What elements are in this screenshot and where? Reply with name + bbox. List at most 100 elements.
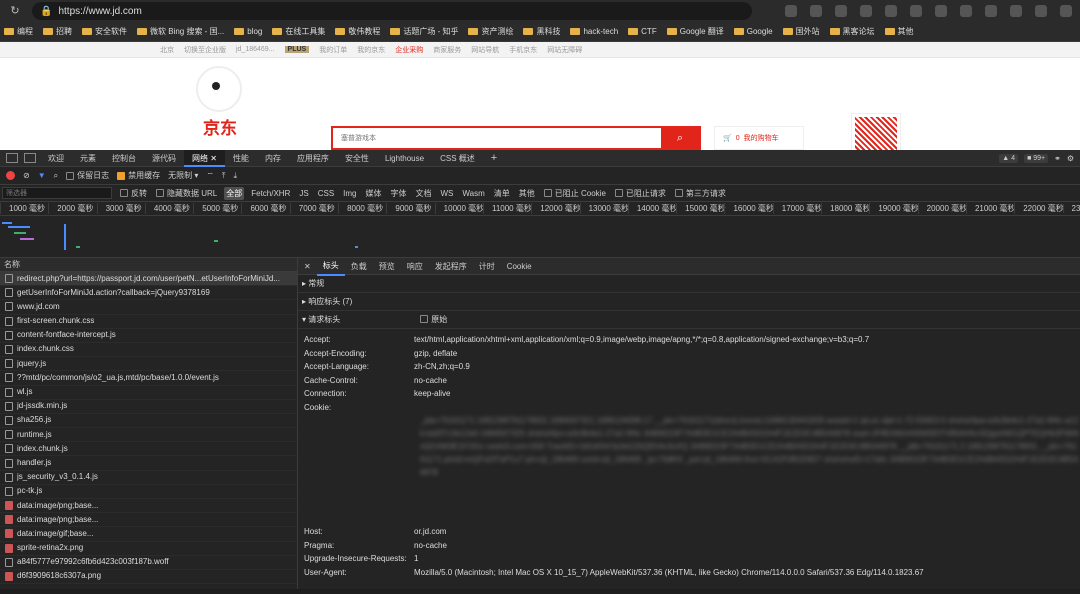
bookmark-item[interactable]: blog — [234, 27, 262, 36]
filter-input[interactable] — [2, 187, 112, 199]
jd-top-nav-item[interactable]: 我的京东 — [357, 45, 385, 55]
jd-top-nav-item[interactable]: 北京 — [160, 45, 174, 55]
bookmark-item[interactable]: 话题广场 - 知乎 — [390, 26, 458, 37]
request-row[interactable]: redirect.php?url=https://passport.jd.com… — [0, 272, 297, 287]
name-column-header[interactable]: 名称 — [0, 258, 297, 272]
detail-tab[interactable]: 发起程序 — [429, 258, 473, 275]
wifi-icon[interactable]: ⌔ — [206, 171, 214, 181]
request-row[interactable]: index.chunk.css — [0, 343, 297, 358]
request-row[interactable]: pc-tk.js — [0, 485, 297, 499]
preserve-log-checkbox[interactable]: 保留日志 — [66, 170, 109, 181]
search-input[interactable] — [333, 128, 633, 148]
devtools-tab[interactable]: CSS 概述 — [432, 150, 483, 167]
request-row[interactable]: www.jd.com — [0, 300, 297, 315]
settings-gear-icon[interactable]: ⚙ — [1067, 154, 1074, 163]
jd-top-nav-item[interactable]: PLUS — [284, 46, 310, 53]
bookmark-item[interactable]: 其他 — [884, 26, 914, 37]
filter-option[interactable]: Fetch/XHR — [249, 188, 292, 199]
detail-tab[interactable]: 计时 — [473, 258, 501, 275]
request-row[interactable]: a84f5777e97992c6fb6d423c003f187b.woff — [0, 556, 297, 570]
filter-option[interactable]: 全部 — [224, 186, 245, 200]
filter-option[interactable]: 已阻止 Cookie — [542, 187, 608, 200]
request-row[interactable]: data:image/png;base... — [0, 513, 297, 528]
filter-option[interactable]: 字体 — [389, 187, 409, 200]
extension-icon[interactable] — [785, 5, 797, 17]
devtools-tab[interactable]: 元素 — [72, 150, 104, 167]
address-bar[interactable]: 🔒 https://www.jd.com — [32, 2, 752, 20]
jd-top-nav-item[interactable]: 网站导航 — [471, 45, 499, 55]
clear-icon[interactable]: ⊘ — [23, 171, 30, 180]
request-row[interactable]: js_security_v3_0.1.4.js — [0, 471, 297, 485]
warning-badge[interactable]: ▲ 4 — [999, 153, 1019, 163]
request-row[interactable]: d6f3909618c6307a.png — [0, 570, 297, 585]
record-icon[interactable] — [6, 171, 15, 180]
bookmark-item[interactable]: 在线工具集 — [272, 26, 325, 37]
request-row[interactable]: jd-jssdk.min.js — [0, 400, 297, 414]
filter-option[interactable]: Wasm — [460, 188, 486, 199]
request-row[interactable]: handler.js — [0, 456, 297, 471]
filter-option[interactable]: CSS — [316, 188, 336, 199]
request-row[interactable]: data:image/png;base... — [0, 499, 297, 514]
bookmark-item[interactable]: 微软 Bing 搜索 - 国... — [137, 26, 224, 37]
detail-tab[interactable]: Cookie — [501, 258, 538, 275]
detail-tab[interactable]: 预览 — [373, 258, 401, 275]
detail-tab[interactable]: 标头 — [316, 258, 345, 276]
request-row[interactable]: getUserInfoForMiniJd.action?callback=jQu… — [0, 286, 297, 301]
bookmark-item[interactable]: 招聘 — [43, 26, 72, 37]
extension-icon[interactable] — [935, 5, 947, 17]
devtools-tab[interactable]: 安全性 — [337, 150, 377, 167]
devtools-tab[interactable]: Lighthouse — [377, 150, 432, 167]
bookmark-item[interactable]: 资产测绘 — [468, 26, 513, 37]
request-headers-section[interactable]: ▾ 请求标头 原始 — [298, 311, 1080, 329]
bookmark-item[interactable]: 编程 — [4, 26, 33, 37]
devtools-tab[interactable]: 控制台 — [104, 150, 144, 167]
request-row[interactable]: wl.js — [0, 386, 297, 400]
bookmark-item[interactable]: 国外站 — [782, 26, 820, 37]
bookmark-item[interactable]: hack-tech — [570, 27, 618, 36]
request-row[interactable]: sprite-retina2x.png — [0, 542, 297, 556]
extension-icon[interactable] — [960, 5, 972, 17]
favorite-star-icon[interactable] — [835, 5, 847, 17]
extension-icon[interactable] — [885, 5, 897, 17]
response-headers-section[interactable]: ▸ 响应标头 (7) — [298, 293, 1080, 311]
filter-option[interactable]: 隐藏数据 URL — [154, 187, 219, 200]
upload-icon[interactable]: ⤒ — [222, 171, 226, 181]
request-row[interactable]: ??mtd/pc/common/js/o2_ua.js,mtd/pc/base/… — [0, 371, 297, 386]
devtools-tab[interactable]: 应用程序 — [289, 150, 337, 167]
bookmark-item[interactable]: 黑科技 — [523, 26, 560, 37]
request-row[interactable]: jquery.js — [0, 357, 297, 372]
general-section[interactable]: ▸ 常规 — [298, 275, 1080, 293]
add-tab-icon[interactable]: + — [491, 152, 497, 164]
request-row[interactable]: data:image/gif;base... — [0, 527, 297, 542]
devtools-tab[interactable]: 内存 — [257, 150, 289, 167]
cart-button[interactable]: 🛒 0 我的购物车 — [714, 126, 804, 150]
filter-option[interactable]: 其他 — [517, 187, 537, 200]
filter-option[interactable]: Img — [341, 188, 358, 199]
network-timeline[interactable]: 1000 毫秒 2000 毫秒 3000 毫秒 4000 毫秒 5000 毫秒 6000 … — [0, 202, 1080, 258]
split-screen-icon[interactable] — [985, 5, 997, 17]
filter-option[interactable]: JS — [297, 188, 310, 199]
jd-top-nav-item[interactable]: 商家服务 — [433, 45, 461, 55]
request-row[interactable]: runtime.js — [0, 428, 297, 443]
device-toolbar-icon[interactable] — [6, 153, 18, 163]
collections-icon[interactable] — [1010, 5, 1022, 17]
devtools-tab[interactable]: 欢迎 — [40, 150, 72, 167]
search-button[interactable]: ⌕ — [661, 128, 699, 148]
filter-option[interactable]: 反转 — [118, 187, 149, 200]
detail-tab[interactable]: 负载 — [345, 258, 373, 275]
filter-option[interactable]: 文档 — [414, 187, 434, 200]
filter-option[interactable]: 清单 — [492, 187, 512, 200]
extension-icon[interactable] — [910, 5, 922, 17]
request-row[interactable]: content-fontface-intercept.js — [0, 329, 297, 343]
filter-option[interactable]: 媒体 — [364, 187, 384, 200]
search-icon[interactable]: ⌕ — [54, 171, 58, 181]
filter-icon[interactable]: ▼ — [38, 171, 46, 180]
bookmark-item[interactable]: 敬伟教程 — [335, 26, 380, 37]
close-detail-icon[interactable]: ✕ — [304, 262, 311, 271]
bookmark-item[interactable]: CTF — [628, 27, 657, 36]
devtools-tab[interactable]: 性能 — [225, 150, 257, 167]
reload-icon[interactable]: ↻ — [8, 4, 22, 18]
more-icon[interactable] — [1060, 5, 1072, 17]
extension-icon[interactable] — [860, 5, 872, 17]
jd-top-nav-item[interactable]: 手机京东 — [509, 45, 537, 55]
